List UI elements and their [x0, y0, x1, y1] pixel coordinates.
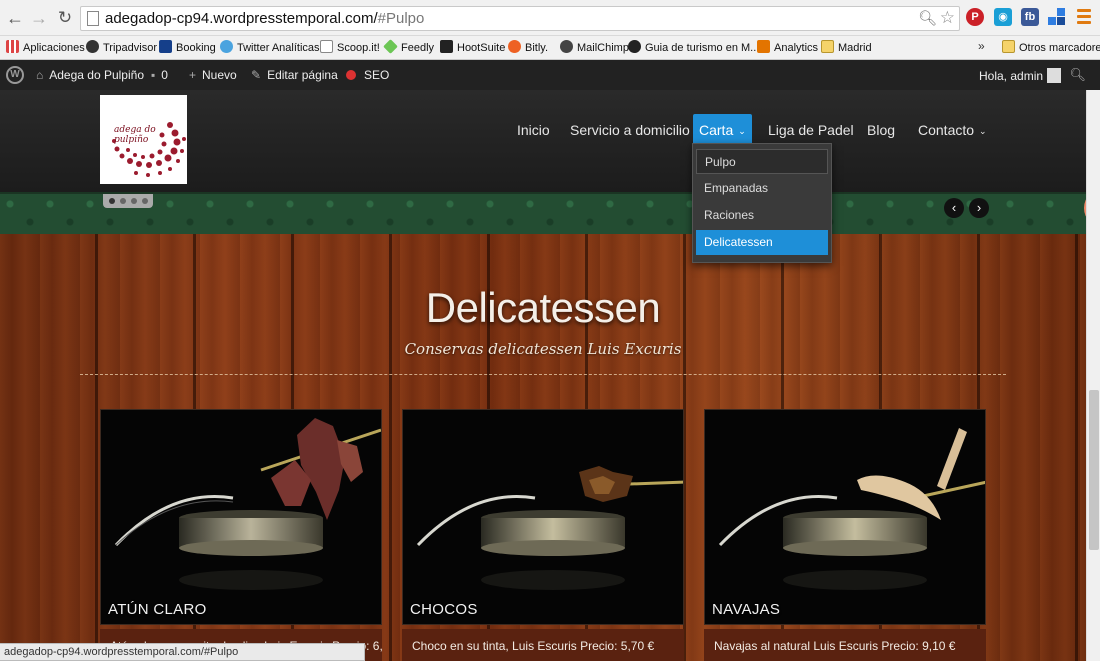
bookmark-hootsuite[interactable]: HootSuite [440, 40, 505, 56]
slider-next-icon[interactable]: › [969, 198, 989, 218]
admin-edit-page[interactable]: ✎ Editar página [251, 68, 338, 82]
product-card[interactable]: CHOCOS Choco en su tinta, Luis Escuris P… [402, 409, 684, 661]
product-name: CHOCOS [410, 601, 478, 618]
product-image[interactable]: NAVAJAS [704, 409, 986, 625]
product-description: Choco en su tinta, Luis Escuris Precio: … [402, 629, 684, 661]
pencil-icon: ✎ [251, 68, 262, 82]
twitter-icon [220, 40, 233, 53]
comment-icon: ▪ [151, 68, 156, 82]
analytics-icon [757, 40, 770, 53]
browser-toolbar: ← → ↻ adegadop-cp94.wordpresstemporal.co… [0, 0, 1100, 36]
divider [80, 374, 1006, 375]
blocks-extension-icon[interactable] [1048, 8, 1066, 26]
admin-site-link[interactable]: ⌂ Adega do Pulpiño [36, 68, 144, 82]
page-scrollbar[interactable] [1086, 90, 1100, 661]
bookmark-tripadvisor[interactable]: Tripadvisor [86, 40, 157, 56]
admin-seo[interactable]: SEO [346, 68, 389, 82]
bookmark-booking[interactable]: Booking [159, 40, 216, 56]
nav-inicio[interactable]: Inicio [511, 114, 556, 146]
nav-carta[interactable]: Carta ⌄ [693, 114, 752, 146]
product-description: Navajas al natural Luis Escuris Precio: … [704, 629, 986, 661]
mailchimp-icon [560, 40, 573, 53]
main-nav: Inicio Servicio a domicilio Carta ⌄ Liga … [0, 114, 1100, 146]
site-header: adega do pulpiño Inicio Servicio a domici… [0, 90, 1100, 192]
address-bar[interactable]: adegadop-cp94.wordpresstemporal.com/#Pul… [80, 6, 960, 31]
facebook-extension-icon[interactable]: fb [1021, 8, 1039, 26]
product-image[interactable]: CHOCOS [402, 409, 684, 625]
bookmark-feedly[interactable]: Feedly [383, 39, 434, 56]
apps-grid-icon [6, 40, 19, 53]
admin-account[interactable]: Hola, admin [979, 68, 1062, 83]
bookmark-apps[interactable]: Aplicaciones [6, 40, 85, 56]
dropdown-item-pulpo[interactable]: Pulpo [696, 149, 828, 174]
nav-liga-padel[interactable]: Liga de Padel [762, 114, 860, 146]
dropdown-item-raciones[interactable]: Raciones [696, 203, 828, 228]
search-icon[interactable]: 🔍︎ [1069, 67, 1086, 83]
bookmark-analytics[interactable]: Analytics [757, 40, 818, 56]
url-text[interactable]: adegadop-cp94.wordpresstemporal.com/#Pul… [105, 10, 424, 27]
home-icon: ⌂ [36, 68, 44, 82]
folder-icon [821, 40, 834, 53]
nav-blog[interactable]: Blog [861, 114, 901, 146]
other-bookmarks[interactable]: Otros marcadores [1002, 40, 1100, 56]
slider-prev-icon[interactable]: ‹ [944, 198, 964, 218]
bitly-icon [508, 40, 521, 53]
section-title: Delicatessen [425, 284, 661, 331]
nav-contacto[interactable]: Contacto ⌄ [912, 114, 993, 146]
bookmark-scoopit[interactable]: Scoop.it! [320, 40, 380, 56]
wp-admin-bar: W ⌂ Adega do Pulpiño ▪ 0 + Nuevo ✎ Editar pá… [0, 60, 1100, 90]
delicatessen-section: Delicatessen Conservas delicatessen Luis… [0, 234, 1086, 661]
forward-icon[interactable]: → [28, 7, 50, 29]
hootsuite-extension-icon[interactable]: ◉ [994, 8, 1012, 26]
slider-pagination[interactable] [103, 194, 153, 208]
product-name: ATÚN CLARO [108, 601, 207, 618]
plus-icon: + [189, 68, 197, 82]
pinterest-icon[interactable]: P [966, 8, 984, 26]
turismo-icon [628, 40, 641, 53]
scrollbar-thumb[interactable] [1089, 390, 1099, 550]
chrome-menu-icon[interactable] [1077, 9, 1091, 27]
carta-dropdown: Pulpo Empanadas Raciones Delicatessen [692, 143, 832, 263]
avatar [1047, 68, 1062, 83]
more-bookmarks-chevron[interactable]: » [978, 39, 985, 53]
bookmark-mailchimp[interactable]: MailChimp [560, 40, 629, 56]
bookmark-turismo[interactable]: Guia de turismo en M... [628, 40, 759, 56]
slider-strip: ‹ › [0, 192, 1100, 234]
dropdown-item-delicatessen[interactable]: Delicatessen [696, 230, 828, 255]
product-card[interactable]: ATÚN CLARO Atún claro en aceite de oliva… [100, 409, 382, 661]
page-icon [320, 40, 333, 53]
back-icon[interactable]: ← [4, 7, 26, 29]
bookmarks-bar: Aplicaciones Tripadvisor Booking Twitter… [0, 36, 1100, 60]
bookmark-bitly[interactable]: Bitly. [508, 40, 548, 56]
product-name: NAVAJAS [712, 601, 781, 618]
admin-new[interactable]: + Nuevo [189, 68, 237, 82]
status-bar: adegadop-cp94.wordpresstemporal.com/#Pul… [0, 643, 365, 661]
reload-icon[interactable]: ↻ [54, 7, 76, 29]
bookmark-star-icon[interactable]: ☆ [940, 8, 955, 28]
wordpress-logo-icon[interactable]: W [6, 66, 24, 84]
bookmark-twitter[interactable]: Twitter Analíticas [220, 40, 320, 56]
admin-comments[interactable]: ▪ 0 [151, 68, 168, 82]
bookmark-madrid[interactable]: Madrid [821, 40, 872, 56]
dropdown-item-empanadas[interactable]: Empanadas [696, 176, 828, 201]
chevron-down-icon: ⌄ [979, 126, 987, 136]
hootsuite-icon [440, 40, 453, 53]
page-icon [87, 11, 99, 26]
seo-status-icon [346, 70, 356, 80]
feedly-icon [383, 39, 398, 54]
booking-icon [159, 40, 172, 53]
section-subtitle: Conservas delicatessen Luis Excuris [404, 340, 682, 358]
nav-servicio-domicilio[interactable]: Servicio a domicilio [564, 114, 696, 146]
tripadvisor-icon [86, 40, 99, 53]
folder-icon [1002, 40, 1015, 53]
zoom-icon[interactable]: 🔍︎ [918, 9, 937, 27]
product-image[interactable]: ATÚN CLARO [100, 409, 382, 625]
product-card[interactable]: NAVAJAS Navajas al natural Luis Escuris … [704, 409, 986, 661]
